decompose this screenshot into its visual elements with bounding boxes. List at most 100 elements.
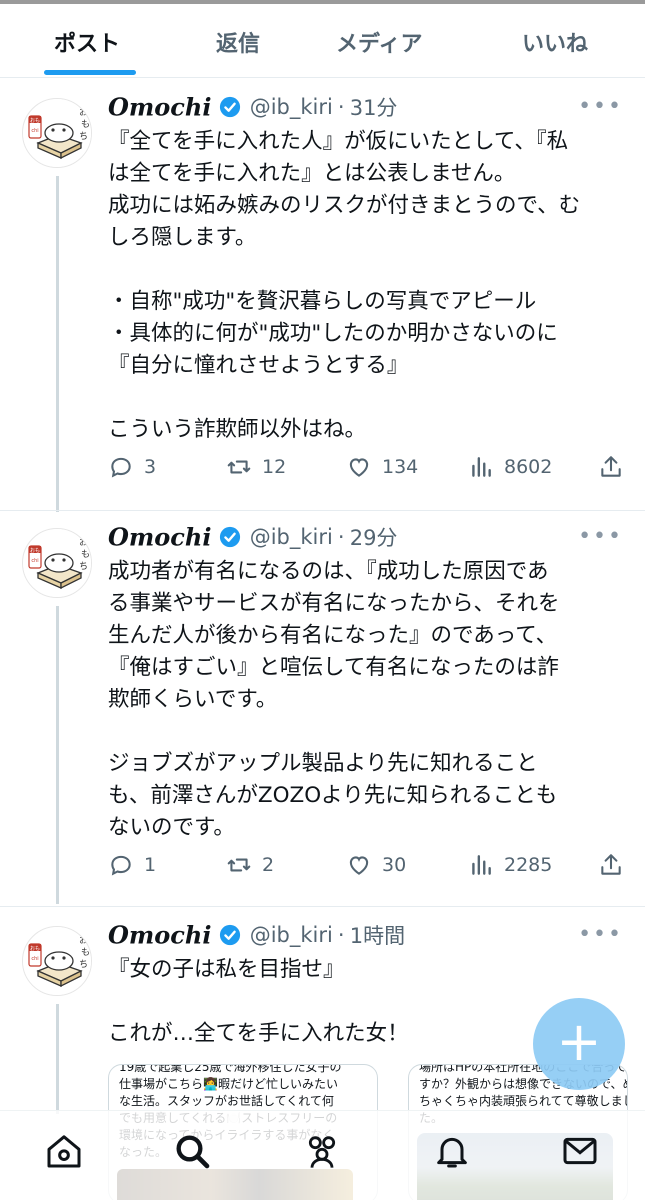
views-button[interactable]: 2285 [468, 852, 552, 878]
tab-likes[interactable]: いいね [522, 26, 588, 58]
user-handle[interactable]: @ib_kiri [250, 95, 333, 119]
repost-icon [227, 858, 251, 872]
repost-button[interactable]: 12 [226, 454, 286, 480]
svg-text:chi: chi [31, 956, 38, 962]
active-tab-indicator [44, 70, 136, 75]
compose-button[interactable]: + [533, 998, 625, 1090]
reply-button[interactable]: 3 [108, 454, 156, 480]
verified-badge-icon [219, 924, 240, 946]
user-handle[interactable]: @ib_kiri [250, 923, 333, 947]
tweet-text-line: しろ隠します。 [108, 225, 257, 250]
profile-tabs: ポスト 返信 メディア いいね [0, 4, 645, 78]
svg-text:おも: おも [30, 117, 40, 124]
display-name[interactable]: Omochi [108, 93, 212, 122]
tab-media[interactable]: メディア [336, 26, 422, 58]
repost-count: 2 [262, 854, 275, 876]
svg-text:ち: ち [79, 959, 88, 970]
verified-badge-icon [219, 526, 240, 548]
home-icon[interactable] [44, 1131, 84, 1171]
tweet-text-line: ・自称"成功"を贅沢暮らしの写真でアピール [108, 289, 537, 314]
svg-text:ち: ち [79, 561, 88, 572]
timestamp[interactable]: 31分 [350, 96, 398, 120]
dot-separator: · [337, 923, 345, 947]
repost-icon [227, 460, 251, 474]
thread-line [56, 606, 59, 904]
tweet-actions: 3 12 134 8602 [108, 454, 628, 486]
share-icon [601, 456, 621, 477]
tweet-text-line: ないのです。 [108, 815, 235, 840]
communities-icon[interactable] [302, 1131, 342, 1171]
avatar[interactable]: おも chi お も ち [22, 528, 92, 598]
notifications-icon[interactable] [432, 1131, 472, 1171]
repost-count: 12 [262, 456, 287, 478]
avatar[interactable]: おも chi お も ち [22, 98, 92, 168]
tweet-divider [0, 510, 645, 511]
like-count: 30 [382, 854, 407, 876]
reply-button[interactable]: 1 [108, 852, 156, 878]
like-count: 134 [382, 456, 419, 478]
tweet-text-line: 『俺はすごい』と喧伝して有名になったのは詐 [108, 655, 559, 680]
svg-text:chi: chi [31, 558, 38, 564]
tweet-text-line: 『女の子は私を目指せ』 [108, 957, 345, 982]
tweet-text-line: ・具体的に何が"成功"したのか明かさないのに [108, 321, 558, 346]
bottom-navigation [0, 1110, 645, 1200]
views-icon [472, 457, 491, 477]
svg-text:も: も [81, 947, 90, 958]
share-button[interactable] [598, 852, 634, 878]
verified-badge-icon [219, 96, 240, 118]
more-options-icon[interactable]: ••• [578, 524, 623, 549]
timestamp[interactable]: 1時間 [350, 924, 405, 948]
avatar[interactable]: おも chi お も ち [22, 926, 92, 996]
search-icon[interactable] [172, 1131, 212, 1171]
dot-separator: · [337, 525, 345, 549]
more-options-icon[interactable]: ••• [578, 922, 623, 947]
dot-separator: · [337, 95, 345, 119]
display-name[interactable]: Omochi [108, 523, 212, 552]
svg-text:お: お [79, 537, 88, 548]
heart-icon [349, 458, 369, 477]
tweet-text-line: 『全てを手に入れた人』が仮にいたとして、『私 [108, 129, 569, 154]
tweet-text-line: 成功者が有名になるのは、『成功した原因であ [108, 559, 549, 584]
heart-icon [349, 856, 369, 875]
tab-posts[interactable]: ポスト [54, 26, 120, 58]
tweet-text: 成功者が有名になるのは、『成功した原因であ る事業やサービスが有名になったから、そ… [108, 556, 623, 844]
svg-text:chi: chi [31, 128, 38, 134]
like-button[interactable]: 134 [346, 454, 418, 480]
more-options-icon[interactable]: ••• [578, 94, 623, 119]
tab-replies[interactable]: 返信 [216, 26, 260, 58]
tweet-text-line: 欺師くらいです。 [108, 687, 278, 712]
share-icon [601, 854, 621, 875]
reply-icon [111, 457, 131, 478]
views-icon [472, 855, 491, 875]
tweet-actions: 1 2 30 2285 [108, 852, 628, 884]
repost-button[interactable]: 2 [226, 852, 274, 878]
views-button[interactable]: 8602 [468, 454, 552, 480]
messages-icon[interactable] [560, 1131, 600, 1171]
reply-icon [111, 855, 131, 876]
user-handle[interactable]: @ib_kiri [250, 525, 333, 549]
tweet-text: 『全てを手に入れた人』が仮にいたとして、『私 は全てを手に入れた』とは公表しません… [108, 126, 623, 446]
svg-text:も: も [81, 549, 90, 560]
media-caption-line: 19歳で起業し25歳で海外移住した女子の [119, 1064, 342, 1074]
tweet-text-line: る事業やサービスが有名になったから、それを [108, 591, 560, 616]
svg-text:おも: おも [30, 945, 40, 952]
share-button[interactable] [598, 454, 634, 480]
svg-text:お: お [79, 107, 88, 118]
view-count: 2285 [504, 854, 553, 876]
thread-line [56, 176, 59, 512]
svg-text:お: お [79, 935, 88, 946]
media-caption-line: ちゃくちゃ内装頑張られてて尊敬しまし [419, 1094, 628, 1108]
tweet-header: Omochi @ib_kiri · 29分 [108, 522, 397, 552]
tweet-text-line: ジョブズがアップル製品より先に知れること [108, 751, 538, 776]
like-button[interactable]: 30 [346, 852, 406, 878]
timestamp[interactable]: 29分 [350, 526, 398, 550]
display-name[interactable]: Omochi [108, 921, 212, 950]
thread-line [56, 1004, 59, 1114]
media-caption-line: 仕事場がこちら👩‍💻暇だけど忙しいみたい [119, 1077, 338, 1091]
svg-text:も: も [81, 119, 90, 130]
reply-count: 3 [144, 456, 157, 478]
reply-count: 1 [144, 854, 157, 876]
tweet-header: Omochi @ib_kiri · 1時間 [108, 920, 405, 950]
